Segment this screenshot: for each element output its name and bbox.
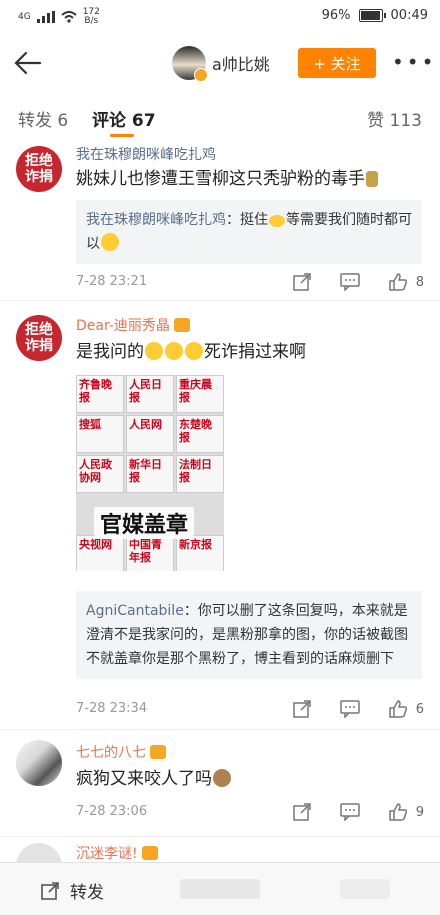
comment-time: 7-28 23:06 <box>76 804 148 819</box>
collage-label: 人民网 <box>126 415 174 453</box>
comment-actions: 6 <box>266 699 424 719</box>
share-icon[interactable] <box>290 699 314 719</box>
network-indicator: 4G <box>18 12 31 22</box>
like-icon[interactable] <box>386 272 410 292</box>
tab-comments[interactable]: 评论 67 <box>92 106 156 131</box>
follow-button[interactable]: + 关注 <box>298 48 376 78</box>
collage-label: 中国青年报 <box>126 535 174 571</box>
more-options-icon[interactable]: ••• <box>392 50 436 74</box>
signal-icon <box>36 11 55 23</box>
emoji-icon <box>101 233 119 251</box>
status-bar: 4G 172 B/s 96% 00:49 <box>0 0 440 34</box>
commenter-name[interactable]: Dear-迪丽秀晶 <box>76 315 190 335</box>
commenter-name[interactable]: 七七的八七 <box>76 742 166 762</box>
vip-crown-icon <box>150 745 166 759</box>
like-button[interactable] <box>340 879 390 899</box>
like-icon[interactable] <box>386 699 410 719</box>
active-tab-indicator <box>110 134 134 137</box>
collage-label: 央视网 <box>76 535 124 571</box>
like-icon[interactable] <box>386 802 410 822</box>
repost-label: 转发 <box>70 883 104 903</box>
emoji-icon <box>366 171 378 187</box>
tab-reposts[interactable]: 转发 6 <box>18 106 68 131</box>
repost-icon <box>41 881 59 900</box>
collage-label: 法制日报 <box>176 455 224 493</box>
verified-badge-icon <box>194 68 208 82</box>
share-icon[interactable] <box>290 802 314 822</box>
like-count: 6 <box>415 701 424 717</box>
vip-crown-icon <box>141 846 158 860</box>
comment-image[interactable]: 齐鲁晚报 人民日报 重庆晨报 搜狐 人民网 东楚晚报 人民政协网 新华日报 法制… <box>76 375 224 571</box>
comment-item: 七七的八七 疯狗又来咬人了吗 7-28 23:06 9 <box>0 730 440 836</box>
comment-actions: 8 <box>266 272 424 292</box>
emoji-icon <box>185 342 203 360</box>
like-count: 8 <box>415 274 424 290</box>
collage-label: 新京报 <box>176 535 224 571</box>
commenter-name[interactable]: 沉迷李谜! <box>76 843 158 862</box>
collage-label: 人民日报 <box>126 375 174 413</box>
collage-label: 重庆晨报 <box>176 375 224 413</box>
comment-item: 拒绝诈捐 Dear-迪丽秀晶 是我问的 死诈捐过来啊 齐鲁晚报 人民日报 重庆晨报… <box>0 301 440 729</box>
reply-icon[interactable] <box>338 699 362 719</box>
battery-percent: 96% <box>321 8 351 23</box>
emoji-icon <box>269 215 285 227</box>
reply-preview[interactable]: AgniCantabile：你可以删了这条回复吗，本来就是澄清不是我家问的，是黑… <box>76 591 422 679</box>
comment-text: 是我问的 死诈捐过来啊 <box>76 342 306 362</box>
collage-label: 齐鲁晚报 <box>76 375 124 413</box>
commenter-avatar[interactable] <box>16 740 62 786</box>
comment-item: 拒绝诈捐 我在珠穆朗咪峰吃扎鸡 姚妹儿也惨遭王雪柳这只秃驴粉的毒手 我在珠穆朗咪… <box>0 140 440 300</box>
collage-label: 新华日报 <box>126 455 174 493</box>
reply-icon[interactable] <box>338 802 362 822</box>
emoji-icon <box>213 769 231 787</box>
arrow-left-icon <box>14 51 42 75</box>
collage-label: 东楚晚报 <box>176 415 224 453</box>
collage-stamp: 官媒盖章 <box>94 507 195 539</box>
comment-item: 沉迷李谜! <box>0 837 440 862</box>
author-profile[interactable]: a帅比姚 <box>172 46 270 82</box>
bottom-action-bar: 转发 <box>0 862 440 915</box>
emoji-icon <box>165 342 183 360</box>
top-bar: a帅比姚 + 关注 ••• <box>0 34 440 92</box>
vip-crown-icon <box>173 318 190 332</box>
comment-actions: 9 <box>266 802 424 822</box>
like-count: 9 <box>415 804 424 820</box>
author-name[interactable]: a帅比姚 <box>212 51 270 75</box>
commenter-avatar[interactable]: 拒绝诈捐 <box>16 146 62 192</box>
back-button[interactable] <box>10 46 46 80</box>
commenter-avatar[interactable]: 拒绝诈捐 <box>16 315 62 361</box>
collage-label: 搜狐 <box>76 415 124 453</box>
comment-time: 7-28 23:21 <box>76 274 148 289</box>
tab-likes[interactable]: 赞 113 <box>367 106 422 131</box>
commenter-avatar[interactable] <box>16 843 62 862</box>
share-icon[interactable] <box>290 272 314 292</box>
tab-bar: 转发 6 评论 67 赞 113 <box>0 92 440 141</box>
reply-preview[interactable]: 我在珠穆朗咪峰吃扎鸡：挺住 等需要我们随时都可以 <box>76 200 422 264</box>
comment-text: 姚妹儿也惨遭王雪柳这只秃驴粉的毒手 <box>76 166 422 192</box>
commenter-name[interactable]: 我在珠穆朗咪峰吃扎鸡 <box>76 144 216 164</box>
collage-label: 人民政协网 <box>76 455 124 493</box>
network-speed: 172 B/s <box>82 7 100 26</box>
comment-time: 7-28 23:34 <box>76 701 148 716</box>
wifi-icon <box>61 11 77 23</box>
reply-author[interactable]: AgniCantabile <box>86 603 184 619</box>
emoji-icon <box>145 342 163 360</box>
repost-button[interactable]: 转发 <box>40 878 104 903</box>
reply-icon[interactable] <box>338 272 362 292</box>
author-avatar[interactable] <box>172 46 208 82</box>
reply-author[interactable]: 我在珠穆朗咪峰吃扎鸡 <box>86 212 226 228</box>
comment-text: 疯狗又来咬人了吗 <box>76 766 422 792</box>
clock: 00:49 <box>390 8 428 23</box>
battery-icon <box>358 9 386 22</box>
comment-button[interactable] <box>180 879 260 899</box>
